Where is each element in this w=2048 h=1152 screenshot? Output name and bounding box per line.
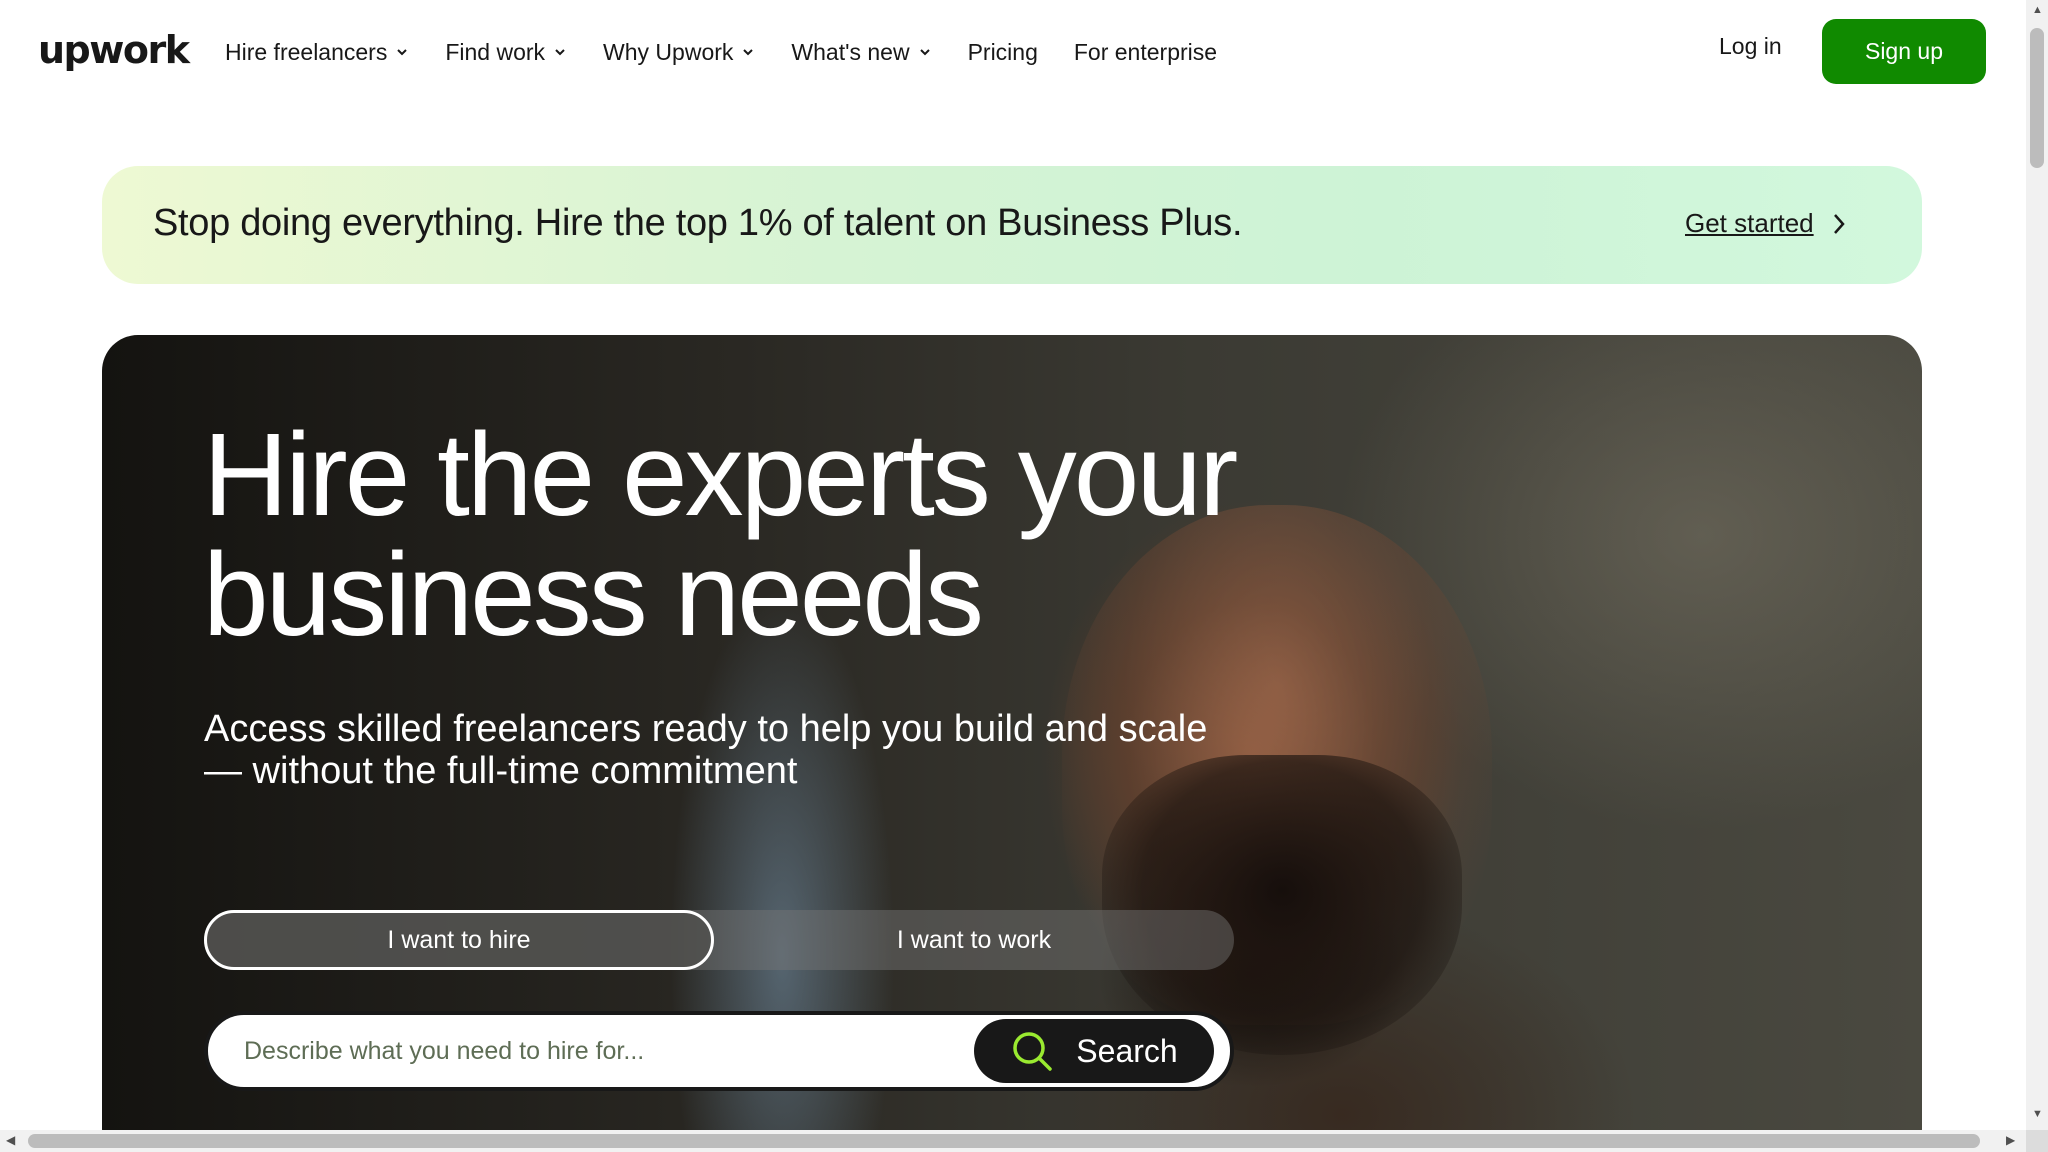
hero-subtitle: Access skilled freelancers ready to help… — [204, 708, 1304, 792]
hero-section: Hire the experts your business needs Acc… — [102, 335, 1922, 1152]
scrollbar-corner — [2026, 1130, 2048, 1152]
nav-label: Why Upwork — [603, 38, 734, 65]
get-started-label: Get started — [1685, 208, 1814, 238]
vertical-scrollbar-thumb[interactable] — [2030, 28, 2044, 168]
search-button-label: Search — [1076, 1032, 1178, 1069]
chevron-down-icon — [919, 49, 930, 56]
horizontal-scrollbar-thumb[interactable] — [28, 1134, 1980, 1148]
get-started-link[interactable]: Get started — [1685, 208, 1846, 239]
promo-banner: Stop doing everything. Hire the top 1% o… — [102, 166, 1922, 284]
search-button[interactable]: Search — [974, 1019, 1214, 1083]
scroll-left-arrow-icon[interactable]: ◀ — [6, 1133, 15, 1147]
hero-title-line2: business needs — [203, 529, 984, 661]
toggle-hire-option[interactable]: I want to hire — [204, 910, 714, 970]
banner-text: Stop doing everything. Hire the top 1% o… — [153, 202, 1243, 244]
nav-label: Find work — [445, 38, 546, 65]
chevron-right-icon — [1833, 213, 1845, 234]
nav-label: Hire freelancers — [225, 38, 388, 65]
hero-photo-beard — [1102, 755, 1462, 1055]
nav-label: Pricing — [967, 38, 1038, 65]
chevron-down-icon — [397, 49, 408, 56]
scroll-up-arrow-icon[interactable]: ▲ — [2032, 4, 2043, 16]
nav-find-work[interactable]: Find work — [445, 39, 567, 66]
nav-hire-freelancers[interactable]: Hire freelancers — [225, 39, 409, 66]
hero-subtitle-line2: — without the full-time commitment — [204, 750, 798, 792]
chevron-down-icon — [555, 49, 565, 56]
upwork-logo[interactable]: upwork — [38, 28, 190, 72]
scroll-right-arrow-icon[interactable]: ▶ — [2006, 1133, 2015, 1147]
horizontal-scrollbar[interactable]: ◀ ▶ — [0, 1130, 2026, 1152]
hero-subtitle-line1: Access skilled freelancers ready to help… — [204, 708, 1208, 750]
vertical-scrollbar[interactable]: ▲ ▼ — [2026, 0, 2048, 1130]
site-header: upwork Hire freelancers Find work Why Up… — [0, 0, 2026, 104]
scroll-down-arrow-icon[interactable]: ▼ — [2032, 1108, 2043, 1120]
login-link[interactable]: Log in — [1719, 33, 1782, 60]
nav-pricing[interactable]: Pricing — [968, 39, 1038, 66]
hero-search-box: Search — [204, 1011, 1234, 1091]
nav-why-upwork[interactable]: Why Upwork — [603, 39, 755, 66]
search-input[interactable] — [244, 1029, 944, 1073]
nav-label: What's new — [791, 38, 910, 65]
hire-work-toggle: I want to hire I want to work — [204, 910, 1234, 970]
search-icon — [1013, 1032, 1053, 1071]
upwork-homepage: upwork Hire freelancers Find work Why Up… — [0, 0, 2048, 1152]
hero-title-line1: Hire the experts your — [203, 409, 1238, 541]
nav-for-enterprise[interactable]: For enterprise — [1074, 39, 1217, 66]
chevron-down-icon — [743, 49, 754, 56]
toggle-work-option[interactable]: I want to work — [714, 910, 1234, 970]
signup-button[interactable]: Sign up — [1822, 19, 1986, 84]
hero-title: Hire the experts your business needs — [203, 415, 1303, 655]
nav-whats-new[interactable]: What's new — [791, 39, 931, 66]
main-nav: Hire freelancers Find work Why Upwork Wh… — [225, 0, 1253, 104]
nav-label: For enterprise — [1073, 38, 1218, 65]
